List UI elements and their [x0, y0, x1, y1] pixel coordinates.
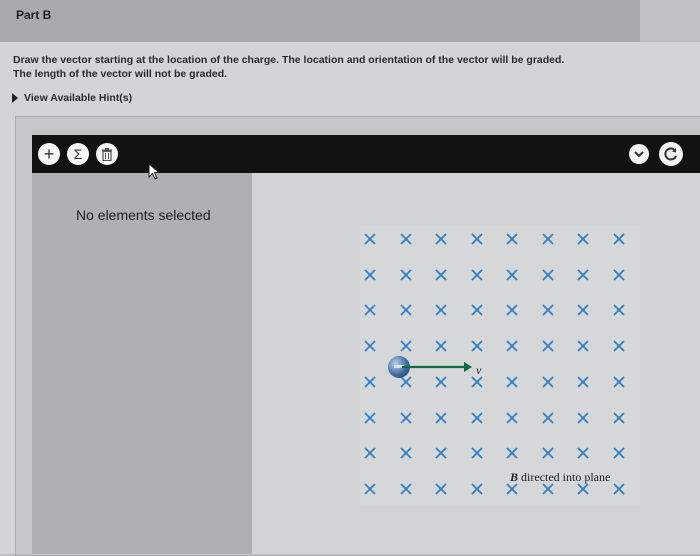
- field-cross-icon: [612, 447, 625, 459]
- sigma-icon: Σ: [73, 146, 83, 162]
- field-cross-icon: [435, 304, 447, 317]
- field-cross-icon: [541, 340, 554, 352]
- field-cross-icon: [506, 376, 518, 388]
- reset-button[interactable]: [659, 142, 683, 166]
- view-hints-label: View Available Hint(s): [24, 92, 133, 104]
- instructions: Draw the vector starting at the location…: [13, 53, 653, 81]
- field-cross-icon: [612, 483, 625, 495]
- field-cross-icon: [364, 340, 376, 352]
- field-cross-icon: [470, 269, 483, 281]
- field-cross-icon: [364, 483, 376, 495]
- field-cross-icon: [364, 304, 376, 317]
- field-cross-icon: [577, 447, 589, 459]
- field-cross-icon: [470, 447, 483, 459]
- field-cross-icon: [577, 233, 589, 245]
- field-cross-icon: [612, 340, 625, 352]
- field-cross-icon: [541, 447, 554, 459]
- field-cross-icon: [364, 269, 376, 281]
- field-cross-icon: [364, 447, 376, 459]
- plus-icon: +: [43, 144, 55, 164]
- sum-button[interactable]: Σ: [67, 143, 89, 165]
- properties-sidebar: No elements selected: [32, 173, 252, 554]
- field-cross-icon: [577, 376, 589, 388]
- field-cross-icon: [612, 269, 625, 281]
- field-cross-icon: [435, 376, 447, 388]
- instruction-line-1: Draw the vector starting at the location…: [13, 54, 565, 66]
- chevron-down-icon: [634, 150, 644, 157]
- field-cross-icon: [470, 233, 483, 245]
- field-cross-icon: [577, 411, 589, 424]
- reset-icon: [664, 147, 677, 161]
- field-cross-icon: [399, 304, 412, 317]
- view-hints-toggle[interactable]: View Available Hint(s): [12, 92, 132, 104]
- field-cross-icon: [612, 376, 625, 388]
- field-cross-icon: [506, 304, 518, 317]
- velocity-label: v: [476, 363, 482, 377]
- field-cross-icon: [577, 269, 589, 281]
- field-cross-icon: [435, 411, 447, 424]
- field-cross-icon: [612, 304, 625, 317]
- mouse-cursor-icon: [148, 163, 161, 180]
- field-cross-icon: [506, 447, 518, 459]
- field-cross-icon: [506, 233, 518, 245]
- field-cross-icon: [470, 411, 483, 424]
- options-dropdown-button[interactable]: [629, 144, 649, 164]
- part-title: Part B: [16, 8, 52, 22]
- caret-right-icon: [12, 93, 18, 103]
- drawing-toolbar: + Σ: [32, 135, 700, 173]
- field-cross-icon: [435, 269, 447, 281]
- field-cross-icon: [399, 447, 412, 459]
- field-cross-icon: [399, 483, 412, 495]
- no-selection-text: No elements selected: [76, 207, 211, 223]
- field-cross-icon: [364, 376, 376, 388]
- field-cross-icon: [506, 340, 518, 352]
- field-cross-icon: [399, 269, 412, 281]
- field-description: directed into plane: [518, 470, 611, 484]
- field-symbol: B: [510, 470, 519, 484]
- velocity-arrow: [402, 362, 472, 372]
- field-direction-label: B directed into plane: [510, 470, 610, 485]
- field-cross-icon: [399, 411, 412, 424]
- field-cross-icon: [541, 376, 554, 388]
- field-cross-icon: [399, 340, 412, 352]
- field-cross-icon: [470, 483, 483, 495]
- field-cross-icon: [577, 304, 589, 317]
- field-cross-icon: [577, 340, 589, 352]
- field-cross-icon: [470, 340, 483, 352]
- add-vector-button[interactable]: +: [38, 143, 60, 165]
- field-cross-icon: [506, 269, 518, 281]
- field-cross-icon: [364, 233, 376, 245]
- field-cross-icon: [435, 447, 447, 459]
- drawing-canvas[interactable]: v B directed into plane: [252, 173, 700, 554]
- field-cross-icon: [506, 411, 518, 424]
- field-cross-icon: [541, 233, 554, 245]
- field-cross-icon: [612, 233, 625, 245]
- field-cross-icon: [435, 483, 447, 495]
- field-cross-icon: [541, 269, 554, 281]
- instruction-line-2: The length of the vector will not be gra…: [13, 68, 228, 80]
- trash-icon: [102, 147, 112, 161]
- delete-button[interactable]: [96, 143, 118, 165]
- field-cross-icon: [612, 411, 625, 424]
- field-cross-icon: [541, 304, 554, 317]
- field-cross-icon: [435, 233, 447, 245]
- field-cross-icon: [541, 411, 554, 424]
- field-cross-icon: [435, 340, 447, 352]
- field-cross-icon: [470, 304, 483, 317]
- field-cross-icon: [399, 233, 412, 245]
- field-cross-icon: [364, 411, 376, 424]
- part-header: Part B: [0, 0, 640, 42]
